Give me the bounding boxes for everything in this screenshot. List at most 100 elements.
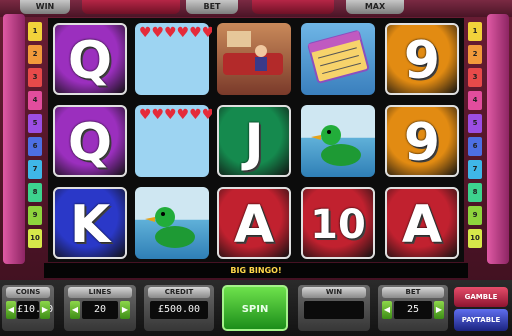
bet-label: BET — [382, 287, 444, 298]
reel-symbol-9: 9 — [382, 102, 462, 180]
duck-icon — [145, 207, 195, 248]
letter-tile: K — [53, 187, 127, 259]
payline-indicators-right: 1 2 3 4 5 6 7 8 9 10 — [468, 20, 484, 258]
payline-indicator: 4 — [28, 91, 42, 110]
bingo-hall-icon — [223, 31, 283, 75]
payline-indicator: 4 — [468, 91, 482, 110]
duck-pool — [135, 187, 209, 259]
credit-label: CREDIT — [148, 287, 210, 298]
duck-icon — [311, 125, 361, 166]
hearts-card: ♥♥♥♥♥♥♥♥♥♥♥♥♥♥♥♥♥♥♥♥ — [135, 105, 212, 177]
hearts-pattern: ♥♥♥♥♥♥♥♥♥♥♥♥♥♥♥♥♥♥♥♥ — [139, 25, 212, 41]
payline-indicator: 9 — [28, 206, 42, 225]
bet-value: 25 — [394, 301, 432, 319]
payline-indicator: 3 — [468, 68, 482, 87]
payline-indicator: 1 — [468, 22, 482, 41]
win-value — [304, 301, 364, 319]
bet-decrease-button[interactable]: ◀ — [382, 301, 392, 319]
reel-symbol-duck — [132, 184, 212, 262]
lines-value: 20 — [82, 301, 118, 319]
letter-tile: 10 — [301, 187, 375, 259]
payline-indicator: 2 — [468, 45, 482, 64]
coins-value: £10.00 — [17, 301, 53, 319]
letter-tile: A — [217, 187, 291, 259]
payline-indicator: 6 — [468, 137, 482, 156]
reel-symbol-q: Q — [50, 20, 130, 98]
payline-indicator: 8 — [468, 183, 482, 202]
letter-tile: Q — [53, 105, 127, 177]
left-rail — [3, 14, 25, 264]
coins-decrease-button[interactable]: ◀ — [6, 301, 16, 319]
letter-tile: Q — [53, 23, 127, 95]
win-panel: WIN — [298, 285, 370, 331]
bet-increase-button[interactable]: ▶ — [434, 301, 444, 319]
top-bar-segment — [82, 0, 180, 14]
payline-indicator: 6 — [28, 137, 42, 156]
reel-symbol-10: 10 — [298, 184, 378, 262]
symbol-glyph: K — [69, 195, 111, 255]
top-bar-segment — [252, 0, 334, 14]
payline-indicator: 7 — [468, 160, 482, 179]
reel-symbol-j: J — [214, 102, 294, 180]
hearts-pattern: ♥♥♥♥♥♥♥♥♥♥♥♥♥♥♥♥♥♥♥♥ — [139, 107, 212, 123]
reel-symbol-bingo-card — [298, 20, 378, 98]
symbol-glyph: 10 — [310, 202, 366, 248]
payline-indicator: 7 — [28, 160, 42, 179]
payline-indicator: 8 — [28, 183, 42, 202]
credit-panel: CREDIT £500.00 — [144, 285, 214, 331]
payline-indicator: 1 — [28, 22, 42, 41]
reel-symbol-a: A — [214, 184, 294, 262]
reel-symbol-bingo-hall — [214, 20, 294, 98]
top-bar: WIN BET MAX — [0, 0, 512, 17]
hearts-card: ♥♥♥♥♥♥♥♥♥♥♥♥♥♥♥♥♥♥♥♥ — [135, 23, 212, 95]
credit-value: £500.00 — [150, 301, 208, 319]
message-bar: BIG BINGO! — [44, 263, 468, 278]
payline-indicator: 10 — [28, 229, 42, 248]
payline-indicator: 2 — [28, 45, 42, 64]
letter-tile: 9 — [385, 105, 459, 177]
symbol-glyph: A — [401, 195, 443, 255]
symbol-glyph: Q — [67, 113, 113, 173]
letter-tile: J — [217, 105, 291, 177]
top-tab-win: WIN — [20, 0, 70, 14]
reel-symbol-k: K — [50, 184, 130, 262]
reel-symbol-hearts-card: ♥♥♥♥♥♥♥♥♥♥♥♥♥♥♥♥♥♥♥♥ — [132, 102, 212, 180]
symbol-glyph: 9 — [403, 113, 441, 173]
reel-symbol-9: 9 — [382, 20, 462, 98]
payline-indicator: 10 — [468, 229, 482, 248]
bingo-card-scene — [301, 23, 375, 95]
gamble-button[interactable]: GAMBLE — [454, 287, 508, 307]
win-label: WIN — [302, 287, 366, 298]
top-tab-bet: BET — [186, 0, 238, 14]
symbol-glyph: Q — [67, 31, 113, 91]
reel-grid: QQK♥♥♥♥♥♥♥♥♥♥♥♥♥♥♥♥♥♥♥♥♥♥♥♥♥♥♥♥♥♥♥♥♥♥♥♥♥… — [48, 18, 464, 262]
reel-symbol-q: Q — [50, 102, 130, 180]
bingo-hall-scene — [217, 23, 291, 95]
symbol-glyph: 9 — [403, 31, 441, 91]
lines-increase-button[interactable]: ▶ — [120, 301, 130, 319]
payline-indicator: 3 — [28, 68, 42, 87]
letter-tile: A — [385, 187, 459, 259]
bingo-card-icon — [307, 30, 370, 84]
symbol-glyph: A — [233, 195, 275, 255]
paytable-button[interactable]: PAYTABLE — [454, 309, 508, 331]
coins-label: COINS — [6, 287, 50, 298]
payline-indicator: 9 — [468, 206, 482, 225]
reel-symbol-a: A — [382, 184, 462, 262]
letter-tile: 9 — [385, 23, 459, 95]
lines-label: LINES — [68, 287, 132, 298]
reel-symbol-duck — [298, 102, 378, 180]
reel-symbol-hearts-card: ♥♥♥♥♥♥♥♥♥♥♥♥♥♥♥♥♥♥♥♥ — [132, 20, 212, 98]
top-tab-max: MAX — [346, 0, 404, 14]
coins-panel: COINS ◀ £10.00 ▶ — [2, 285, 54, 331]
lines-panel: LINES ◀ 20 ▶ — [64, 285, 136, 331]
payline-indicators-left: 1 2 3 4 5 6 7 8 9 10 — [28, 20, 44, 258]
duck-pool — [301, 105, 375, 177]
payline-indicator: 5 — [28, 114, 42, 133]
payline-indicator: 5 — [468, 114, 482, 133]
spin-button[interactable]: SPIN — [222, 285, 288, 331]
bet-panel: BET ◀ 25 ▶ — [378, 285, 448, 331]
symbol-glyph: J — [244, 113, 264, 173]
lines-decrease-button[interactable]: ◀ — [70, 301, 80, 319]
coins-increase-button[interactable]: ▶ — [40, 301, 50, 319]
